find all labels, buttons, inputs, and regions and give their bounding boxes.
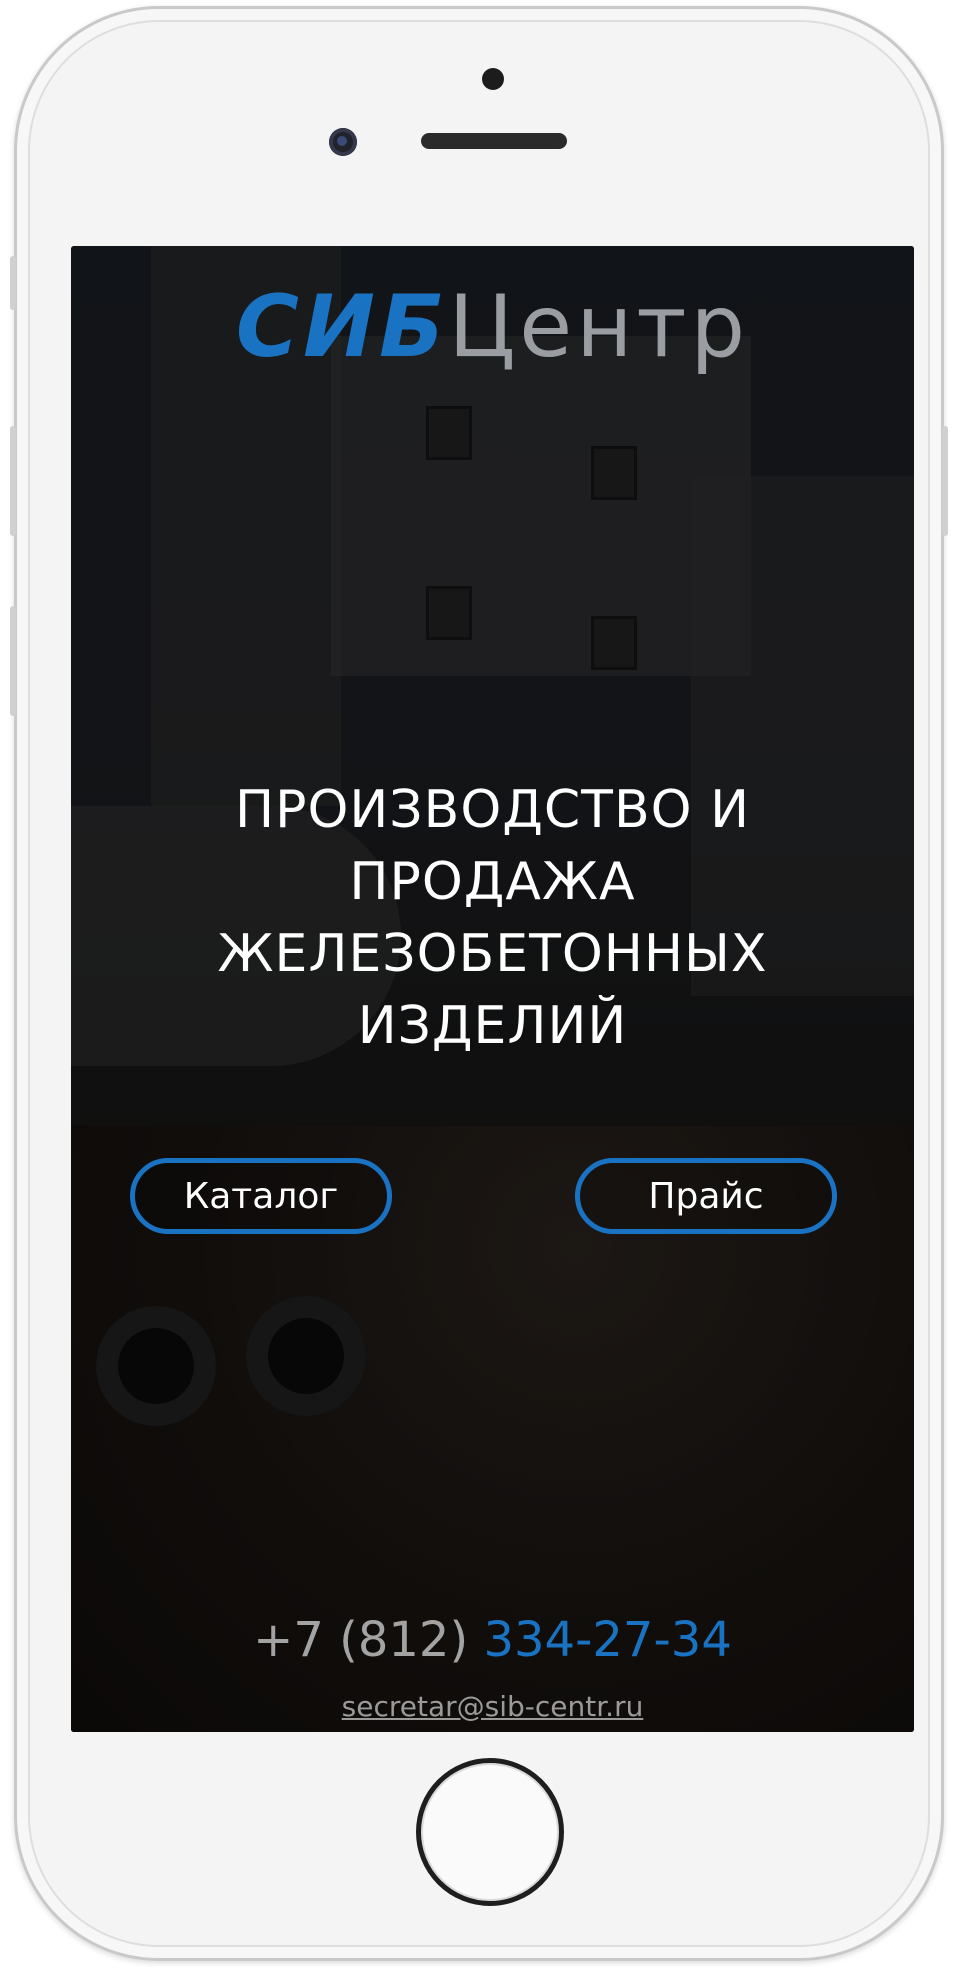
volume-down-button: [10, 606, 16, 716]
volume-up-button: [10, 426, 16, 536]
logo[interactable]: СИБЦентр: [71, 284, 914, 370]
mute-switch: [10, 256, 16, 310]
contact-phone[interactable]: +7 (812) 334-27-34: [71, 1616, 914, 1664]
phone-number: 334-27-34: [483, 1612, 732, 1668]
proximity-sensor: [482, 68, 504, 90]
logo-part-sib: СИБ: [235, 277, 449, 377]
power-button: [942, 426, 948, 536]
phone-frame: СИБЦентр ПРОИЗВОДСТВО И ПРОДАЖА ЖЕЛЕЗОБЕ…: [10, 6, 948, 1961]
screen: СИБЦентр ПРОИЗВОДСТВО И ПРОДАЖА ЖЕЛЕЗОБЕ…: [71, 246, 914, 1732]
logo-part-centr: Центр: [448, 277, 750, 377]
price-button[interactable]: Прайс: [575, 1158, 837, 1234]
earpiece-speaker-icon: [421, 133, 567, 149]
front-camera-icon: [329, 128, 357, 156]
phone-prefix: +7 (812): [253, 1612, 484, 1668]
catalog-button[interactable]: Каталог: [130, 1158, 392, 1234]
home-button-icon[interactable]: [416, 1758, 564, 1906]
contact-email-link[interactable]: secretar@sib-centr.ru: [71, 1690, 914, 1723]
hero-headline: ПРОИЗВОДСТВО И ПРОДАЖА ЖЕЛЕЗОБЕТОННЫХ ИЗ…: [217, 780, 768, 1056]
